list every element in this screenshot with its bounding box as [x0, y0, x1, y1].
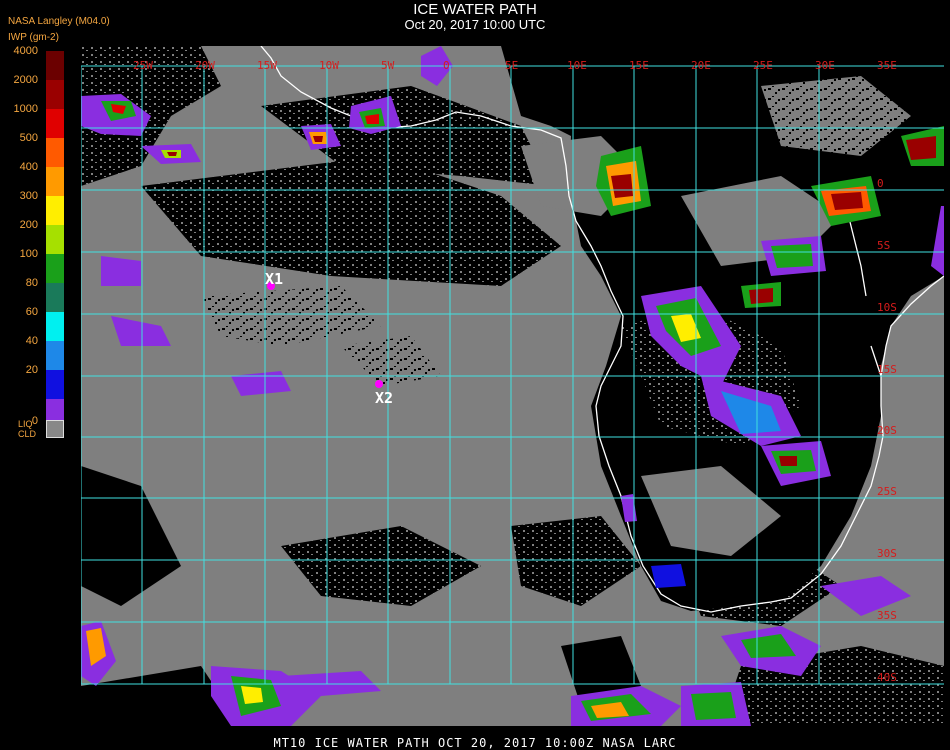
legend-label-300: 300: [19, 190, 38, 202]
latitude-label: 5S: [877, 239, 890, 252]
legend-label-100: 100: [19, 248, 38, 260]
legend-swatch-20: [46, 370, 64, 399]
legend-label-1000: 1000: [13, 103, 38, 115]
longitude-label: 10W: [319, 59, 339, 72]
footer-caption: MT10 ICE WATER PATH OCT 20, 2017 10:00Z …: [273, 736, 677, 750]
marker-x1[interactable]: X1: [265, 270, 283, 290]
longitude-label: 25W: [133, 59, 153, 72]
legend-swatch-2000: [46, 80, 64, 109]
legend-swatch-40: [46, 341, 64, 370]
longitude-label: 25E: [753, 59, 773, 72]
legend-label-500: 500: [19, 132, 38, 144]
longitude-label: 5W: [381, 59, 395, 72]
legend-swatch-100: [46, 254, 64, 283]
legend-swatch-80: [46, 283, 64, 312]
longitude-label: 15W: [257, 59, 277, 72]
legend-swatch-1000: [46, 109, 64, 138]
latitude-label: 40S: [877, 671, 897, 684]
map-title: ICE WATER PATH: [413, 1, 537, 18]
liquid-cloud-label: LIQ CLD: [18, 419, 37, 439]
longitude-label: 30E: [815, 59, 835, 72]
legend-label-400: 400: [19, 161, 38, 173]
longitude-label: 5E: [505, 59, 518, 72]
marker-x2-dot: [375, 380, 383, 388]
legend-label-60: 60: [25, 306, 38, 318]
legend-swatch-4000: [46, 51, 64, 80]
marker-x1-label: X1: [265, 270, 283, 288]
source-label: NASA Langley (M04.0): [8, 16, 110, 27]
latitude-label: 30S: [877, 547, 897, 560]
legend-label-4000: 4000: [13, 45, 38, 57]
satellite-map[interactable]: 25W 20W 15W 10W 5W 0 5E 10E 15E 20E 25E 30E 35E 0 5S 1…: [81, 46, 944, 726]
marker-x2-label: X2: [375, 389, 393, 407]
map-timestamp: Oct 20, 2017 10:00 UTC: [404, 17, 546, 32]
latitude-label: 10S: [877, 301, 897, 314]
latitude-label: 15S: [877, 363, 897, 376]
longitude-label: 15E: [629, 59, 649, 72]
longitude-label: 20E: [691, 59, 711, 72]
legend-label-200: 200: [19, 219, 38, 231]
legend-label-20: 20: [25, 364, 38, 376]
longitude-label: 35E: [877, 59, 897, 72]
legend-swatch-200: [46, 225, 64, 254]
legend-label-2000: 2000: [13, 74, 38, 86]
legend-swatch-400: [46, 167, 64, 196]
longitude-label: 20W: [195, 59, 215, 72]
units-label: IWP (gm-2): [8, 32, 59, 43]
legend-label-40: 40: [25, 335, 38, 347]
latitude-label: 25S: [877, 485, 897, 498]
liquid-cloud-swatch: [46, 420, 64, 438]
legend-swatch-300: [46, 196, 64, 225]
longitude-label: 10E: [567, 59, 587, 72]
legend-swatch-500: [46, 138, 64, 167]
latitude-label: 0: [877, 177, 884, 190]
map-canvas: 25W 20W 15W 10W 5W 0 5E 10E 15E 20E 25E 30E 35E 0 5S 1…: [81, 46, 944, 726]
legend-label-80: 80: [25, 277, 38, 289]
latitude-label: 20S: [877, 424, 897, 437]
latitude-label: 35S: [877, 609, 897, 622]
legend-swatch-60: [46, 312, 64, 341]
longitude-label: 0: [443, 59, 450, 72]
